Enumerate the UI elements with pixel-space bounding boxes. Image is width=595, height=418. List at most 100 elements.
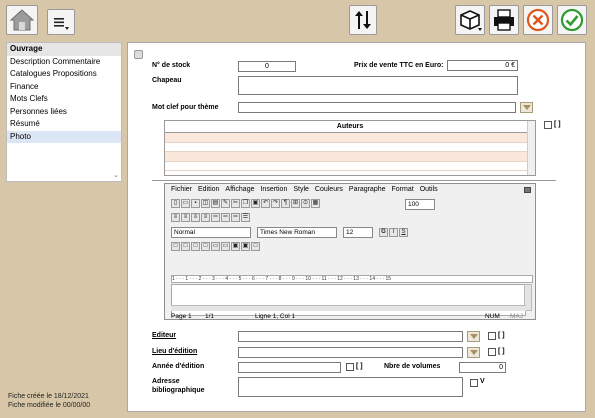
editor-menu-insertion[interactable]: Insertion [260,186,287,193]
authors-checkbox[interactable] [544,121,552,129]
volumes-label: Nbre de volumes [384,363,441,370]
style-select[interactable]: Normal [171,227,251,238]
border-1-icon[interactable]: □ [171,242,180,251]
editor-menu-style[interactable]: Style [293,186,309,193]
editor-menu-affichage[interactable]: Affichage [225,186,254,193]
editor-text-area[interactable] [171,284,526,316]
align-right-icon[interactable]: ≡ [191,213,200,222]
lieu-label[interactable]: Lieu d'édition [152,348,197,355]
editor-menu-couleurs[interactable]: Couleurs [315,186,343,193]
created-date: Fiche créée le 18/12/2021 [8,393,89,400]
sidebar-item-ouvrage[interactable]: Ouvrage [7,43,121,56]
sidebar-item-resume[interactable]: Résumé [7,118,121,131]
table-row[interactable] [165,162,535,171]
sort-button[interactable] [349,5,377,35]
border-6-icon[interactable]: ▭ [221,242,230,251]
keyword-input[interactable] [238,102,516,113]
lieu-checkbox[interactable] [488,348,496,356]
editeur-label[interactable]: Editeur [152,332,176,339]
editor-menu-edition[interactable]: Edition [198,186,219,193]
paste-icon[interactable]: ▣ [251,199,260,208]
border-7-icon[interactable]: ▣ [231,242,240,251]
editeur-dropdown[interactable] [467,331,480,342]
spacing-3-icon[interactable]: ═ [231,213,240,222]
undo-icon[interactable]: ↶ [261,199,270,208]
sidebar-item-description[interactable]: Description Commentaire [7,56,121,69]
editor-menu-format[interactable]: Format [392,186,414,193]
ok-icon [560,8,584,32]
redo-icon[interactable]: ↷ [271,199,280,208]
editor-menu-paragraphe[interactable]: Paragraphe [349,186,386,193]
status-maj: MAJ [510,313,523,320]
spell-icon[interactable]: ✎ [221,199,230,208]
editor-menu-fichier[interactable]: Fichier [171,186,192,193]
chapeau-input[interactable] [238,76,518,95]
preview-icon[interactable]: ◫ [201,199,210,208]
authors-table[interactable]: Auteurs [164,120,536,176]
editor-hscroll[interactable] [171,305,526,311]
annee-checkbox[interactable] [346,363,354,371]
home-button[interactable] [6,5,38,35]
spacing-2-icon[interactable]: ═ [221,213,230,222]
gear-icon[interactable]: ⊙ [301,199,310,208]
list-icon[interactable]: ☰ [241,213,250,222]
align-left-icon[interactable]: ≡ [171,213,180,222]
sidebar-scroll-arrow[interactable]: ⌄ [113,171,119,179]
sidebar-item-personnes[interactable]: Personnes liées [7,106,121,119]
align-center-icon[interactable]: ≡ [181,213,190,222]
open-icon[interactable]: ▭ [181,199,190,208]
ok-button[interactable] [557,5,587,35]
sidebar-item-catalogues[interactable]: Catalogues Propositions [7,68,121,81]
print-icon[interactable]: ▤ [211,199,220,208]
sidebar-item-photo[interactable]: Photo [7,130,121,143]
print-button[interactable] [489,5,519,35]
cancel-button[interactable] [523,5,553,35]
menu-button[interactable] [47,9,75,35]
image-icon[interactable]: ▦ [311,199,320,208]
annee-input[interactable] [238,362,341,373]
adresse-checkbox[interactable] [470,379,478,387]
copy-icon[interactable]: ❐ [241,199,250,208]
justify-icon[interactable]: ≡ [201,213,210,222]
border-8-icon[interactable]: ▣ [241,242,250,251]
sidebar-item-finance[interactable]: Finance [7,81,121,94]
new-doc-icon[interactable]: ▯ [171,199,180,208]
table-row[interactable] [165,133,535,143]
editeur-input[interactable] [238,331,463,342]
save-icon[interactable]: ▪ [191,199,200,208]
editeur-checkbox[interactable] [488,332,496,340]
editor-menu-outils[interactable]: Outils [420,186,438,193]
italic-button[interactable]: I [389,228,398,237]
keyword-dropdown[interactable] [520,102,533,113]
font-select[interactable]: Times New Roman [257,227,337,238]
adresse-input[interactable] [238,377,463,397]
cut-icon[interactable]: ✂ [231,199,240,208]
price-input[interactable]: 0 € [447,60,518,71]
paragraph-icon[interactable]: ¶ [281,199,290,208]
lieu-input[interactable] [238,347,463,358]
volumes-input[interactable]: 0 [459,362,506,373]
table-icon[interactable]: ⊞ [291,199,300,208]
stock-input[interactable]: 0 [238,61,296,72]
bold-button[interactable]: G [379,228,388,237]
status-line: Ligne 1, Col 1 [255,313,296,320]
package-button[interactable] [455,5,485,35]
lieu-dropdown[interactable] [467,347,480,358]
authors-scrollbar[interactable] [527,121,535,175]
editor-ruler[interactable]: 1 · · · 1 · · · 2 · · · 3 · · · 4 · · · … [171,275,533,283]
size-select[interactable]: 12 [343,227,373,238]
border-3-icon[interactable]: □ [191,242,200,251]
package-icon [460,10,482,31]
sidebar-item-mots-clefs[interactable]: Mots Clefs [7,93,121,106]
table-row[interactable] [165,152,535,162]
border-5-icon[interactable]: ▭ [211,242,220,251]
border-9-icon[interactable]: □ [251,242,260,251]
border-2-icon[interactable]: □ [181,242,190,251]
border-4-icon[interactable]: □ [201,242,210,251]
underline-button[interactable]: S [399,228,408,237]
zoom-select[interactable]: 100 [405,199,435,210]
spacing-1-icon[interactable]: ═ [211,213,220,222]
editor-close-icon[interactable] [524,187,531,193]
table-row[interactable] [165,143,535,152]
record-indicator-icon [134,50,143,59]
